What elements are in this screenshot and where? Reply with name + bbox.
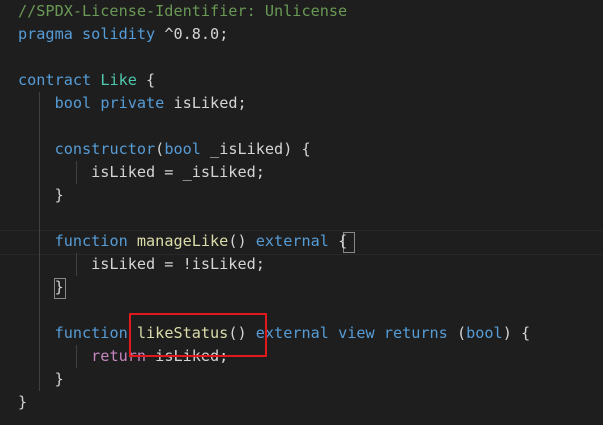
code-line-15[interactable]: function likeStatus() external view retu… (18, 322, 531, 345)
code-token: function (54, 232, 128, 250)
code-token: () (228, 232, 256, 250)
code-token: isLiked; (164, 94, 247, 112)
code-line-5[interactable]: bool private isLiked; (18, 92, 247, 115)
code-token: returns (383, 324, 448, 342)
highlight-annotation-box (129, 313, 267, 357)
code-token: //SPDX-License-Identifier: Unlicense (18, 2, 348, 20)
code-token: constructor (54, 140, 156, 158)
code-token: bool (54, 94, 92, 112)
code-line-2[interactable]: pragma solidity ^0.8.0; (18, 23, 228, 46)
code-line-13[interactable]: } (18, 276, 64, 299)
code-token: } (18, 393, 28, 411)
code-line-11[interactable]: function manageLike() external { (18, 230, 348, 253)
code-token: function (54, 324, 128, 342)
code-token: view (338, 324, 375, 342)
code-token: ^0.8.0; (155, 25, 229, 43)
code-line-12[interactable]: isLiked = !isLiked; (18, 253, 265, 276)
code-token: } (18, 186, 64, 204)
code-token: } (18, 278, 64, 296)
code-token: solidity (82, 25, 156, 43)
code-line-18[interactable]: } (18, 391, 27, 414)
code-token: ( (155, 140, 165, 158)
code-token: ) { (502, 324, 531, 342)
code-token: { (136, 71, 156, 89)
code-line-17[interactable]: } (18, 368, 64, 391)
code-token: isLiked = _isLiked; (18, 163, 265, 181)
code-editor[interactable]: //SPDX-License-Identifier: Unlicense prag… (0, 0, 603, 425)
code-token: } (18, 370, 64, 388)
code-token: isLiked = !isLiked; (18, 255, 265, 273)
code-line-9[interactable]: } (18, 184, 64, 207)
code-token: manageLike (136, 232, 229, 250)
code-token: Like (100, 71, 137, 89)
code-token: bool (164, 140, 201, 158)
code-line-1[interactable]: //SPDX-License-Identifier: Unlicense (18, 0, 347, 23)
code-line-8[interactable]: isLiked = _isLiked; (18, 161, 265, 184)
code-token: contract (18, 71, 92, 89)
code-token: pragma (18, 25, 73, 43)
code-line-7[interactable]: constructor(bool _isLiked) { (18, 138, 311, 161)
code-token: bool (466, 324, 503, 342)
code-token: external (255, 232, 329, 250)
code-token: private (100, 94, 165, 112)
code-token: { (328, 232, 348, 250)
code-line-4[interactable]: contract Like { (18, 69, 155, 92)
code-token: ( (447, 324, 467, 342)
code-token: _isLiked) { (200, 140, 311, 158)
